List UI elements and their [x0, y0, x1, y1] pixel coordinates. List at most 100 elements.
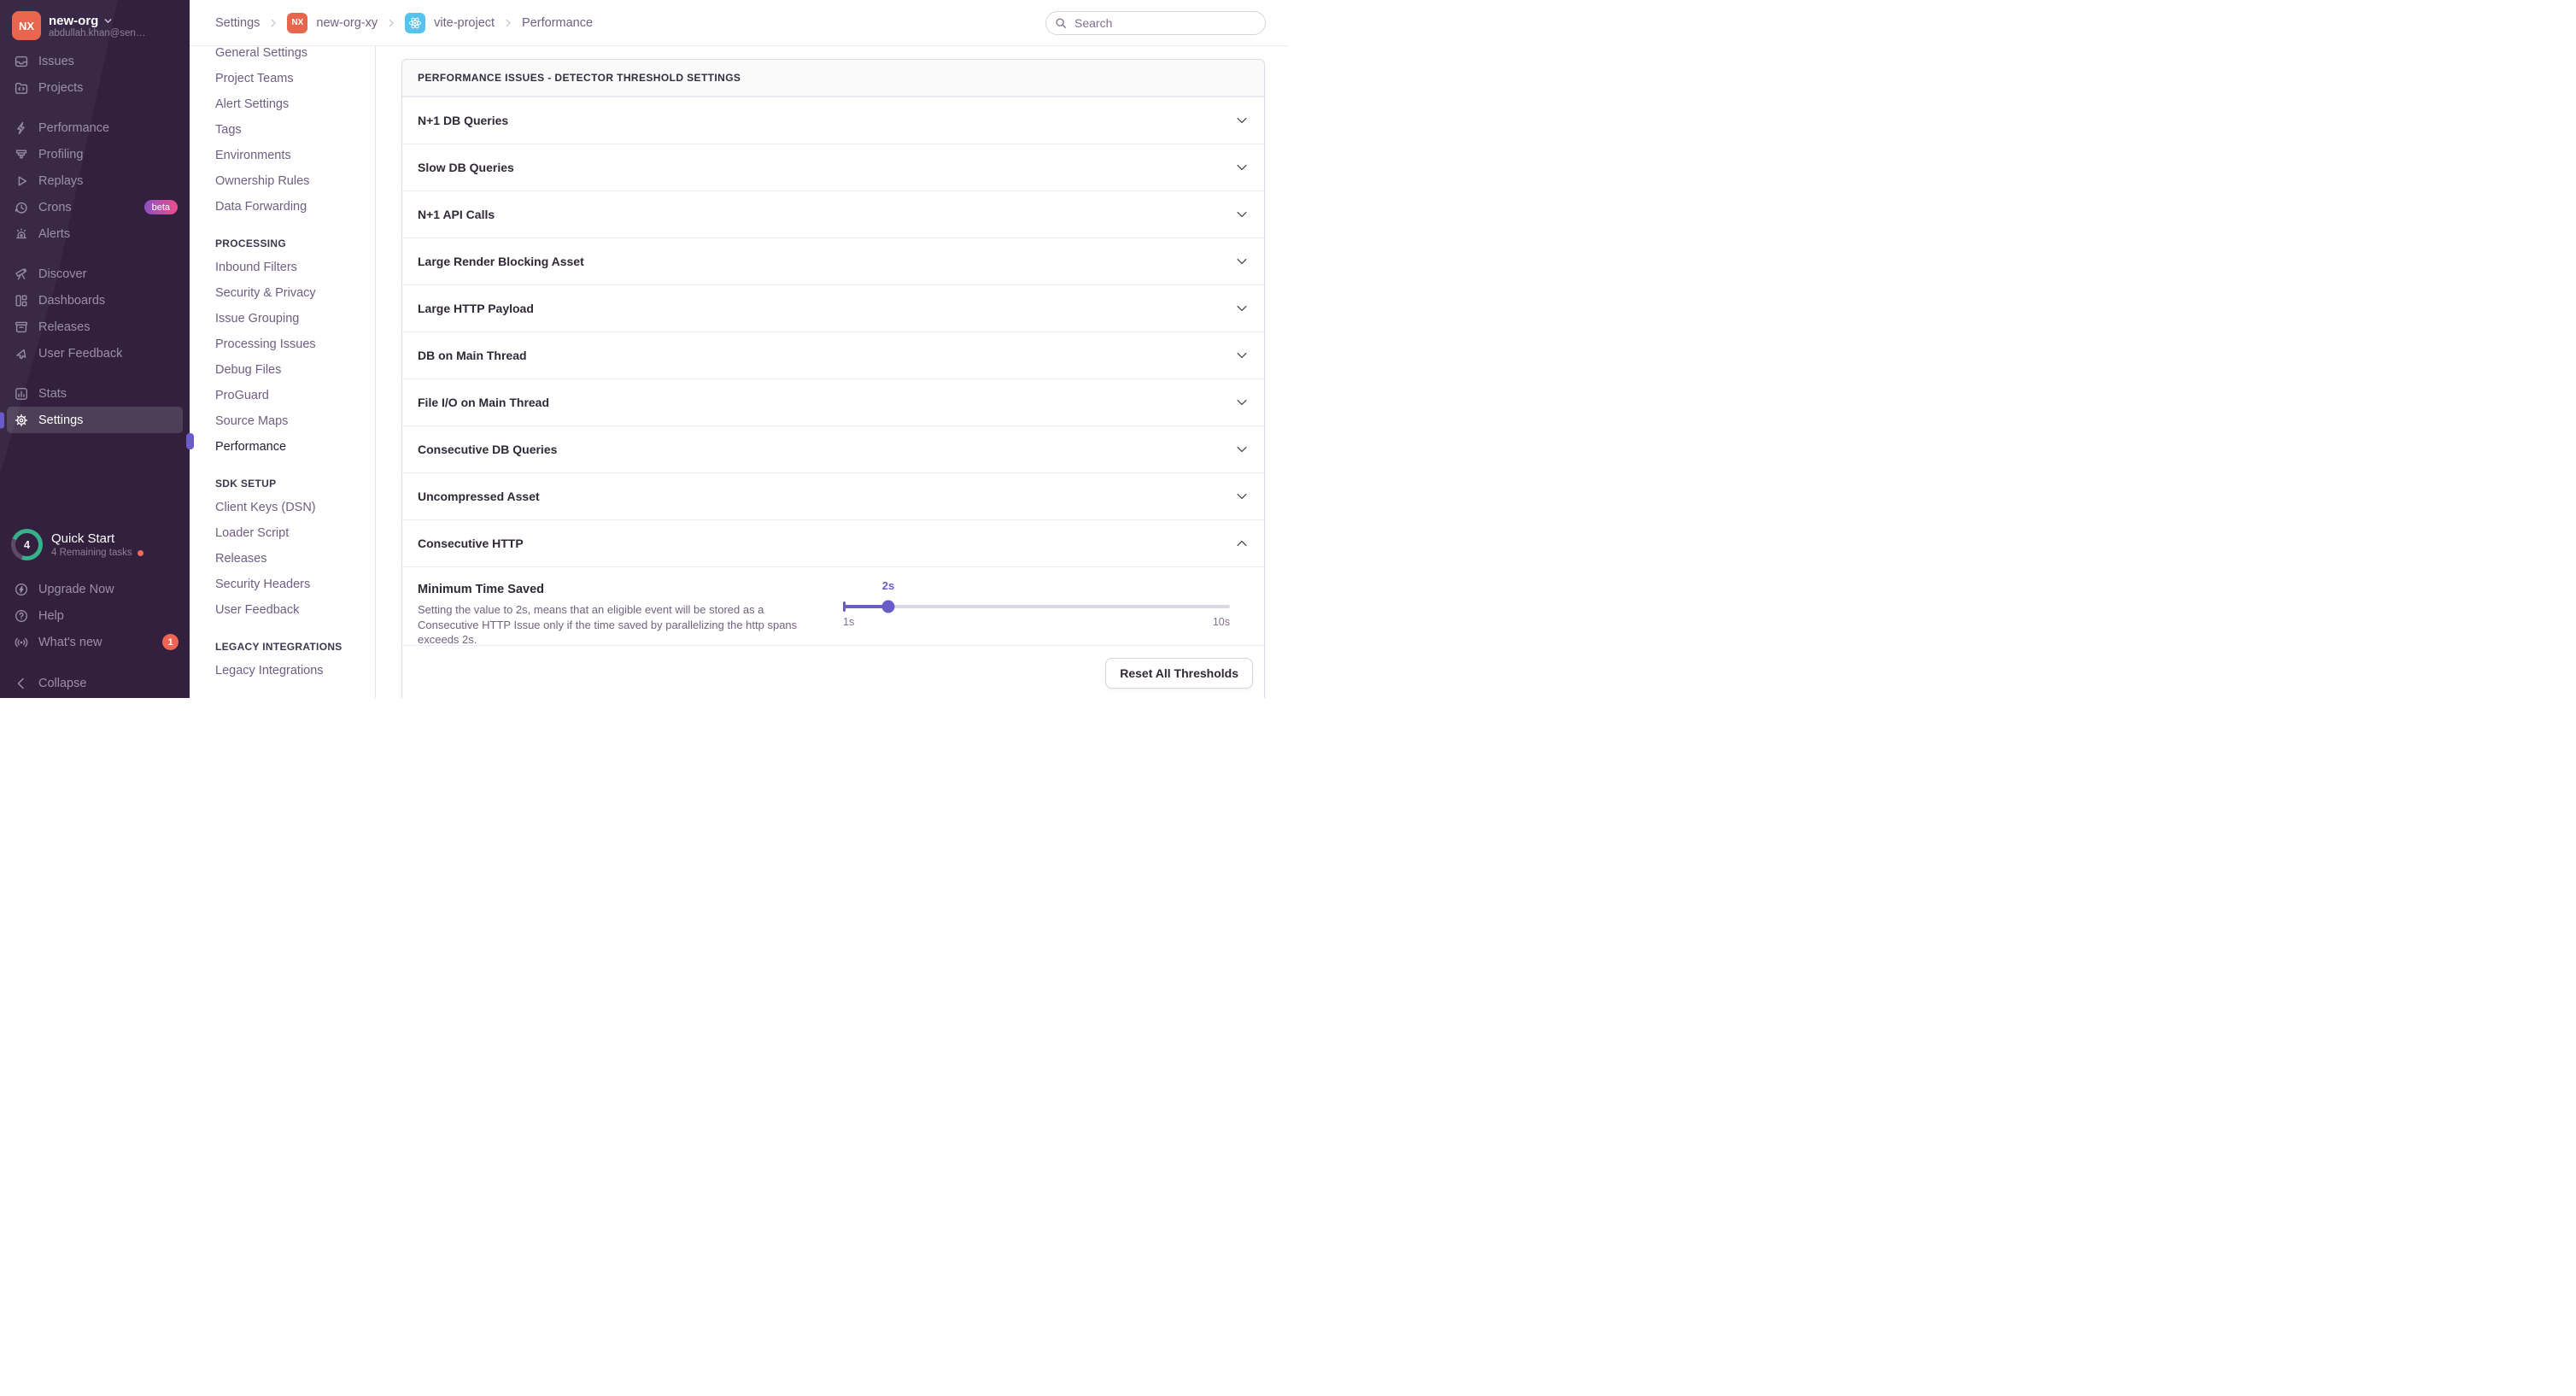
org-email: abdullah.khan@sen… — [49, 28, 145, 38]
detector-row-title: Large HTTP Payload — [418, 302, 534, 315]
settings-nav-alert-settings[interactable]: Alert Settings — [190, 91, 375, 117]
settings-nav-inbound-filters[interactable]: Inbound Filters — [190, 255, 375, 280]
detector-row-consecutive-db-queries[interactable]: Consecutive DB Queries — [402, 425, 1264, 472]
breadcrumb: Settings NX new-org-xy vite-project Perf… — [215, 13, 593, 33]
sidebar-gap — [0, 655, 190, 670]
field-label: Minimum Time Saved — [418, 583, 812, 596]
detector-row-slow-db-queries[interactable]: Slow DB Queries — [402, 144, 1264, 191]
sidebar-collapse-button[interactable]: Collapse — [0, 670, 190, 696]
chevron-down-icon — [1235, 349, 1249, 362]
detector-row-db-on-main-thread[interactable]: DB on Main Thread — [402, 331, 1264, 378]
detector-row-large-http-payload[interactable]: Large HTTP Payload — [402, 284, 1264, 331]
settings-nav-tags[interactable]: Tags — [190, 117, 375, 143]
chevron-down-icon — [103, 16, 113, 26]
org-badge[interactable]: NX — [287, 13, 307, 33]
whats-new-badge: 1 — [162, 634, 179, 650]
telescope-icon — [14, 267, 29, 282]
nav-group-gap — [0, 247, 190, 261]
settings-nav-processing-issues[interactable]: Processing Issues — [190, 331, 375, 357]
breadcrumb-project[interactable]: vite-project — [434, 16, 495, 30]
sidebar-item-label: Discover — [38, 267, 86, 281]
settings-nav-releases[interactable]: Releases — [190, 546, 375, 572]
settings-nav-legacy-integrations[interactable]: Legacy Integrations — [190, 658, 375, 683]
settings-nav-environments[interactable]: Environments — [190, 143, 375, 168]
search-input[interactable] — [1073, 15, 1256, 31]
detector-row-n1-db-queries[interactable]: N+1 DB Queries — [402, 97, 1264, 144]
sidebar-item-replays[interactable]: Replays — [0, 167, 190, 194]
sidebar-item-projects[interactable]: Projects — [0, 74, 190, 101]
detector-row-n1-api-calls[interactable]: N+1 API Calls — [402, 191, 1264, 238]
nav-group-gap — [0, 367, 190, 380]
react-project-icon[interactable] — [405, 13, 425, 33]
help-icon — [14, 608, 29, 624]
sidebar-bottom-pad — [0, 696, 190, 698]
sidebar-item-user-feedback[interactable]: User Feedback — [0, 340, 190, 367]
breadcrumb-settings[interactable]: Settings — [215, 16, 260, 30]
sidebar-item-performance[interactable]: Performance — [0, 114, 190, 141]
settings-nav-source-maps[interactable]: Source Maps — [190, 408, 375, 434]
settings-nav-data-forwarding[interactable]: Data Forwarding — [190, 194, 375, 220]
settings-nav: General Settings Project Teams Alert Set… — [190, 46, 376, 698]
upgrade-icon — [14, 582, 29, 597]
settings-nav-proguard[interactable]: ProGuard — [190, 383, 375, 408]
settings-nav-debug-files[interactable]: Debug Files — [190, 357, 375, 383]
primary-nav: Issues Projects Performance Profiling Re… — [0, 48, 190, 433]
settings-nav-user-feedback[interactable]: User Feedback — [190, 597, 375, 623]
detector-row-file-io-on-main-thread[interactable]: File I/O on Main Thread — [402, 378, 1264, 425]
chevron-down-icon — [1235, 490, 1249, 503]
slider-track[interactable] — [843, 605, 1230, 608]
settings-nav-project-teams[interactable]: Project Teams — [190, 66, 375, 91]
settings-nav-performance[interactable]: Performance — [190, 434, 375, 460]
detector-row-large-render-blocking-asset[interactable]: Large Render Blocking Asset — [402, 238, 1264, 284]
sidebar-item-label: Collapse — [38, 677, 86, 690]
clock-history-icon — [14, 200, 29, 215]
sidebar-item-label: Settings — [38, 414, 83, 427]
slider-value: 2s — [882, 579, 894, 592]
detector-row-consecutive-http[interactable]: Consecutive HTTP — [402, 519, 1264, 566]
chevron-right-icon — [386, 18, 396, 28]
sidebar-item-releases[interactable]: Releases — [0, 314, 190, 340]
app-window: NX new-org abdullah.khan@sen… Issues Pro… — [0, 0, 1288, 698]
settings-nav-issue-grouping[interactable]: Issue Grouping — [190, 306, 375, 331]
settings-nav-general-settings[interactable]: General Settings — [190, 46, 375, 66]
chevron-down-icon — [1235, 396, 1249, 409]
slider-thumb[interactable] — [882, 601, 895, 613]
sidebar-item-crons[interactable]: Crons beta — [0, 194, 190, 220]
org-switcher[interactable]: NX new-org abdullah.khan@sen… — [0, 0, 190, 48]
detector-row-uncompressed-asset[interactable]: Uncompressed Asset — [402, 472, 1264, 519]
detector-row-title: Large Render Blocking Asset — [418, 255, 584, 268]
settings-nav-loader-script[interactable]: Loader Script — [190, 520, 375, 546]
reset-all-thresholds-button[interactable]: Reset All Thresholds — [1105, 658, 1253, 689]
detector-row-title: N+1 DB Queries — [418, 114, 508, 127]
breadcrumb-org[interactable]: new-org-xy — [316, 16, 378, 30]
settings-nav-security-headers[interactable]: Security Headers — [190, 572, 375, 597]
quick-start-subtitle: 4 Remaining tasks — [51, 548, 132, 558]
sidebar-item-discover[interactable]: Discover — [0, 261, 190, 287]
gear-icon — [14, 413, 29, 428]
settings-nav-ownership-rules[interactable]: Ownership Rules — [190, 168, 375, 194]
org-name: new-org — [49, 14, 98, 28]
sidebar-item-dashboards[interactable]: Dashboards — [0, 287, 190, 314]
org-meta: new-org abdullah.khan@sen… — [49, 14, 145, 38]
megaphone-icon — [14, 346, 29, 361]
quick-start[interactable]: 4 Quick Start 4 Remaining tasks — [0, 529, 190, 560]
settings-nav-security-privacy[interactable]: Security & Privacy — [190, 280, 375, 306]
org-avatar: NX — [12, 11, 41, 40]
sidebar-item-profiling[interactable]: Profiling — [0, 141, 190, 167]
sidebar-item-stats[interactable]: Stats — [0, 380, 190, 407]
detector-row-title: Consecutive DB Queries — [418, 443, 557, 456]
chevron-left-icon — [14, 676, 29, 691]
settings-nav-section-processing: PROCESSING — [190, 238, 375, 249]
sidebar-item-issues[interactable]: Issues — [0, 48, 190, 74]
sidebar-item-whats-new[interactable]: What's new 1 — [0, 629, 190, 655]
detector-threshold-panel: PERFORMANCE ISSUES - DETECTOR THRESHOLD … — [401, 59, 1265, 698]
dashboard-grid-icon — [14, 293, 29, 308]
projects-icon — [14, 80, 29, 96]
sidebar-item-settings[interactable]: Settings — [7, 407, 183, 433]
sidebar-item-alerts[interactable]: Alerts — [0, 220, 190, 247]
settings-nav-client-keys[interactable]: Client Keys (DSN) — [190, 495, 375, 520]
sidebar-item-help[interactable]: Help — [0, 602, 190, 629]
settings-nav-active-indicator — [186, 433, 194, 449]
sidebar-item-upgrade-now[interactable]: Upgrade Now — [0, 576, 190, 602]
detector-row-title: N+1 API Calls — [418, 208, 495, 221]
